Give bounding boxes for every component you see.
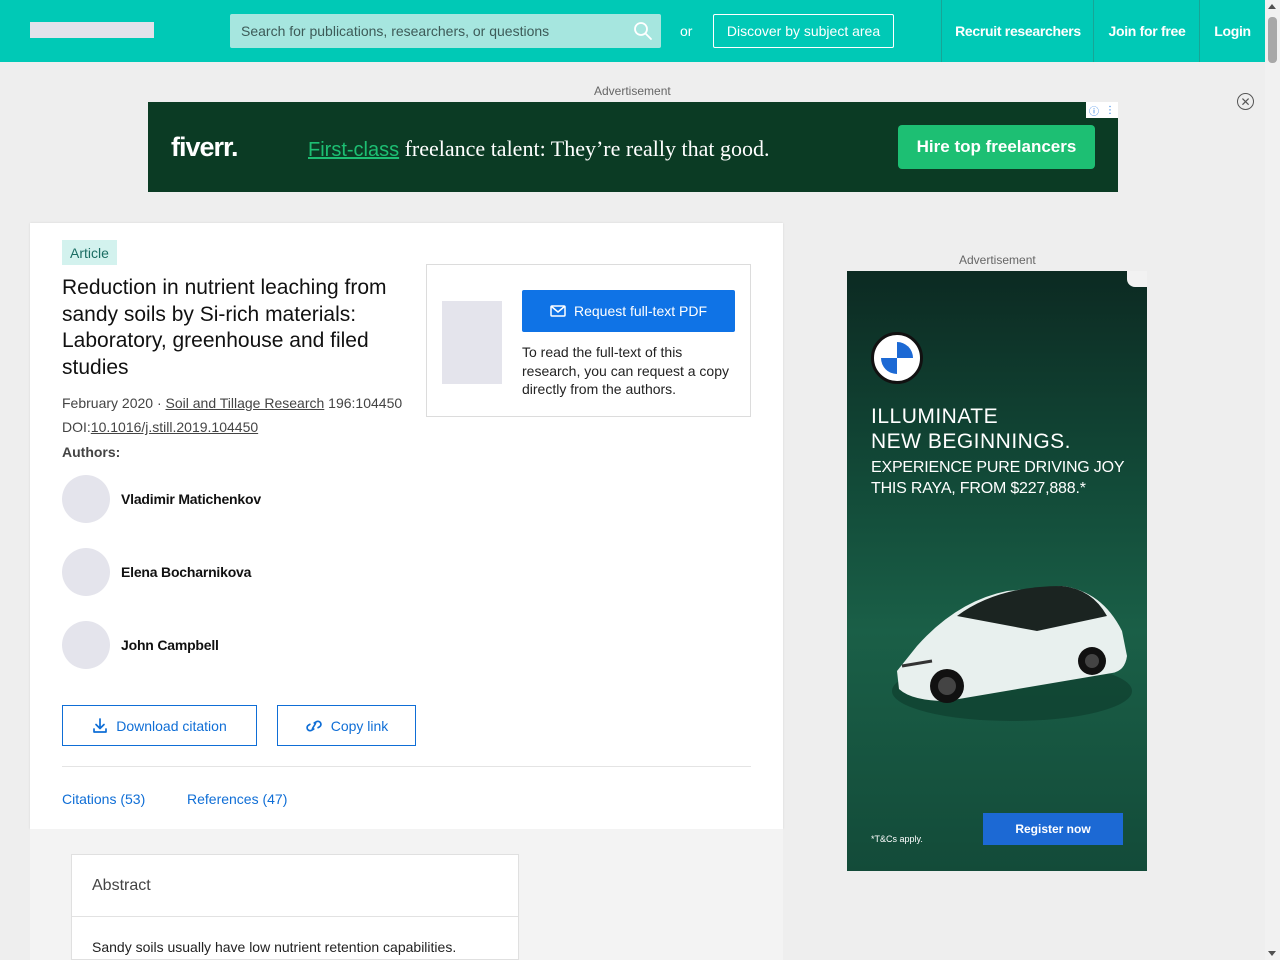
author-item[interactable]: John Campbell (62, 621, 219, 669)
article-title: Reduction in nutrient leaching from sand… (62, 276, 387, 379)
bmw-subheadline: EXPERIENCE PURE DRIVING JOY THIS RAYA, F… (871, 457, 1125, 499)
fiverr-tagline-highlight: First-class (308, 139, 400, 161)
discover-by-subject-button[interactable]: Discover by subject area (713, 14, 894, 48)
scroll-thumb[interactable] (1268, 17, 1277, 63)
mail-icon (550, 305, 566, 317)
site-logo[interactable] (30, 22, 154, 38)
pdf-thumbnail (442, 301, 502, 384)
recruit-researchers-link[interactable]: Recruit researchers (941, 0, 1094, 62)
avatar[interactable] (62, 475, 110, 523)
tabs-divider (62, 766, 751, 767)
search-box (230, 14, 661, 48)
top-navigation-bar: or Discover by subject area Recruit rese… (0, 0, 1265, 62)
bmw-sub-line1: EXPERIENCE PURE DRIVING JOY (871, 459, 1125, 476)
login-link[interactable]: Login (1199, 0, 1265, 62)
fiverr-logo: fiverr. (171, 132, 239, 162)
author-name[interactable]: Elena Bocharnikova (121, 564, 251, 580)
request-fulltext-box: Request full-text PDF To read the full-t… (426, 264, 751, 417)
bmw-logo-icon (871, 332, 923, 384)
bmw-side-ad[interactable]: ILLUMINATE NEW BEGINNINGS. EXPERIENCE PU… (847, 271, 1147, 871)
request-fulltext-label: Request full-text PDF (573, 303, 708, 319)
download-citation-button[interactable]: Download citation (62, 705, 257, 746)
article-card: Article Reduction in nutrient leaching f… (30, 223, 783, 829)
link-icon (305, 719, 322, 732)
copy-link-label: Copy link (330, 717, 389, 734)
info-icon[interactable]: ⓘ (1086, 102, 1102, 118)
abstract-card: Abstract Sandy soils usually have low nu… (71, 854, 519, 960)
avatar[interactable] (62, 621, 110, 669)
author-name[interactable]: John Campbell (121, 637, 219, 653)
register-now-button[interactable]: Register now (983, 813, 1123, 845)
tab-references[interactable]: References (47) (187, 791, 287, 807)
bmw-headline-line1: ILLUMINATE (871, 405, 999, 428)
meta-separator: · (153, 395, 166, 411)
abstract-text: Sandy soils usually have low nutrient re… (92, 939, 457, 955)
author-name[interactable]: Vladimir Matichenkov (121, 491, 261, 507)
doi-label: DOI: (62, 419, 91, 435)
side-ad-label: Advertisement (959, 253, 1036, 267)
more-options-icon[interactable]: ⋮ (1102, 102, 1118, 118)
author-item[interactable]: Elena Bocharnikova (62, 548, 251, 596)
journal-volume: 196:104450 (324, 395, 403, 411)
car-image (892, 586, 1132, 721)
article-meta: February 2020 · Soil and Tillage Researc… (62, 391, 422, 439)
request-description: To read the full-text of this research, … (522, 344, 730, 397)
doi-link[interactable]: 10.1016/j.still.2019.104450 (91, 419, 258, 435)
article-type-badge: Article (62, 240, 117, 265)
tab-citations[interactable]: Citations (53) (62, 791, 145, 807)
publication-date: February 2020 (62, 395, 154, 411)
top-ad-label: Advertisement (594, 84, 671, 98)
download-citation-label: Download citation (116, 717, 227, 734)
adchoices-badge[interactable]: ⓘ ⋮ (1086, 102, 1118, 118)
hire-freelancers-button[interactable]: Hire top freelancers (898, 125, 1095, 169)
fiverr-banner-ad[interactable]: fiverr. First-class freelance talent: Th… (148, 102, 1118, 192)
abstract-title: Abstract (92, 877, 151, 894)
or-label: or (680, 23, 693, 39)
adchoices-icon[interactable] (1127, 271, 1147, 287)
fiverr-tagline-rest: freelance talent: They’re really that go… (399, 136, 770, 161)
search-icon[interactable] (633, 21, 653, 41)
join-for-free-link[interactable]: Join for free (1093, 0, 1200, 62)
copy-link-button[interactable]: Copy link (277, 705, 416, 746)
scroll-down-arrow-icon[interactable] (1268, 951, 1276, 956)
search-input[interactable] (230, 14, 661, 48)
abstract-divider (72, 916, 518, 917)
bmw-headline-line2: NEW BEGINNINGS. (871, 430, 1072, 453)
fiverr-tagline: First-class freelance talent: They’re re… (308, 136, 769, 162)
scroll-up-arrow-icon[interactable] (1268, 4, 1276, 9)
avatar[interactable] (62, 548, 110, 596)
journal-link[interactable]: Soil and Tillage Research (166, 395, 325, 411)
authors-label: Authors: (62, 444, 121, 460)
author-item[interactable]: Vladimir Matichenkov (62, 475, 261, 523)
close-ad-icon[interactable]: ✕ (1237, 93, 1254, 110)
bmw-headline: ILLUMINATE NEW BEGINNINGS. (871, 404, 1071, 454)
download-icon (93, 717, 108, 733)
terms-note: *T&Cs apply. (871, 834, 923, 844)
request-fulltext-button[interactable]: Request full-text PDF (522, 290, 735, 332)
page-scrollbar[interactable] (1265, 0, 1280, 960)
bmw-sub-line2: THIS RAYA, FROM $227,888.* (871, 480, 1086, 497)
